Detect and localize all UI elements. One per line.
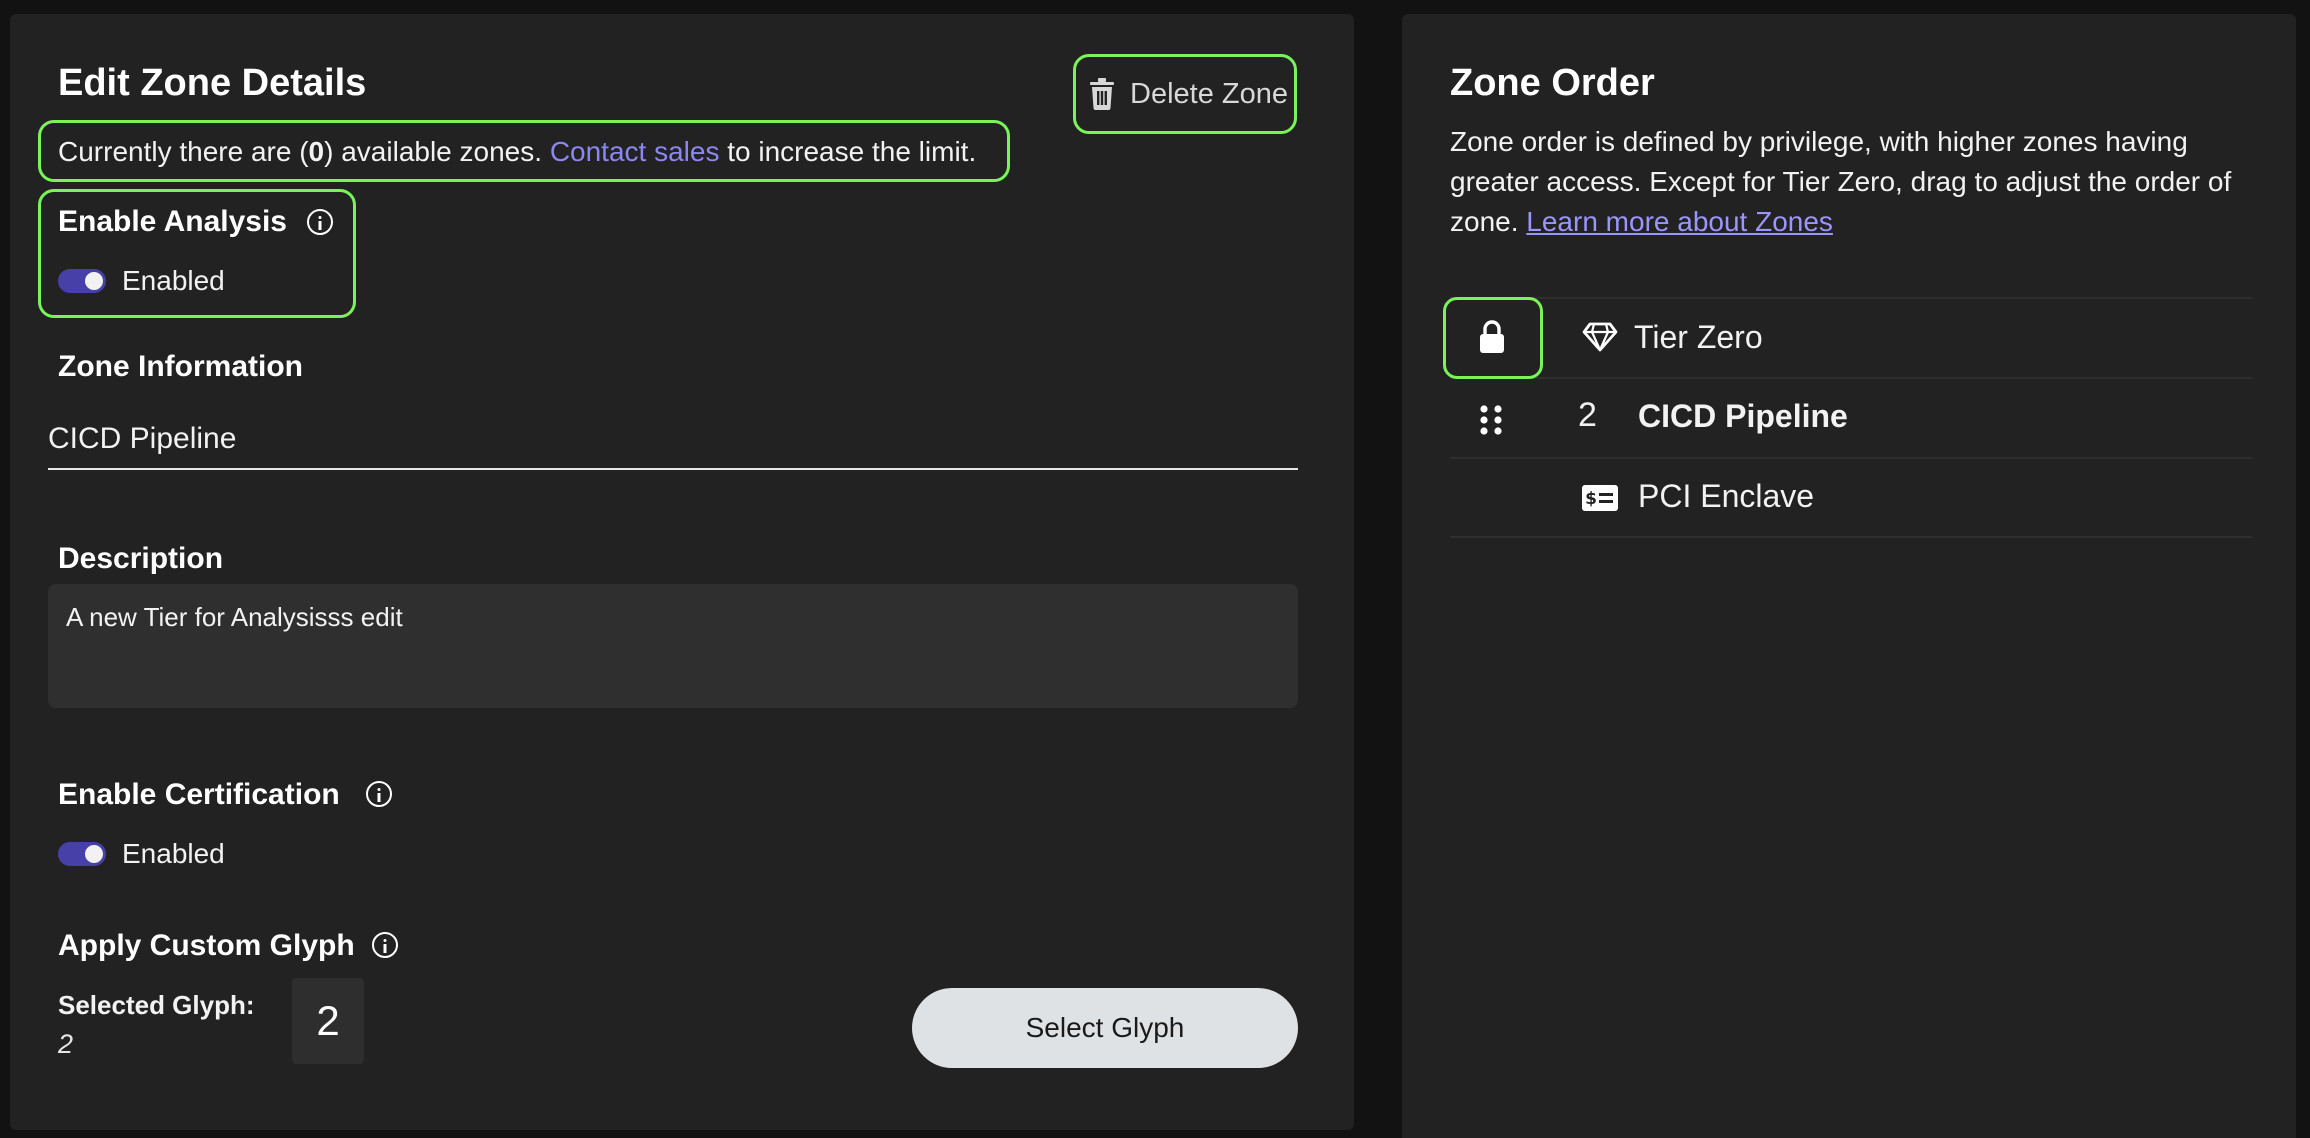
zone-row-cicd-pipeline[interactable] [1450, 379, 2252, 457]
certification-toggle[interactable] [58, 842, 106, 866]
info-icon[interactable] [307, 209, 333, 235]
row-divider [1450, 536, 2252, 538]
glyph-preview: 2 [292, 978, 364, 1064]
available-zone-count: 0 [308, 136, 325, 167]
select-glyph-button[interactable]: Select Glyph [912, 988, 1298, 1068]
selected-glyph-value: 2 [58, 1029, 74, 1059]
zone-row-name: Tier Zero [1634, 319, 1763, 355]
info-icon[interactable] [372, 932, 398, 958]
info-icon[interactable] [366, 781, 392, 807]
certification-toggle-label: Enabled [122, 838, 225, 869]
apply-custom-glyph-title: Apply Custom Glyph [58, 929, 355, 962]
page-title: Edit Zone Details [58, 62, 367, 104]
trash-icon [1090, 78, 1114, 110]
zone-name-input[interactable]: CICD Pipeline [48, 408, 1298, 470]
analysis-toggle-label: Enabled [122, 265, 225, 296]
lock-icon [1480, 320, 1504, 353]
drag-handle-icon[interactable] [1480, 405, 1502, 435]
enable-analysis-title: Enable Analysis [58, 205, 287, 238]
zone-row-tier-zero [1450, 299, 2252, 377]
delete-zone-label: Delete Zone [1130, 78, 1288, 110]
zone-order-description: Zone order is defined by privilege, with… [1450, 126, 2232, 237]
zone-row-number: 2 [1578, 396, 1597, 434]
zone-order-title: Zone Order [1450, 62, 1655, 104]
availability-message: Currently there are (0) available zones.… [58, 136, 977, 167]
svg-text:$: $ [1585, 489, 1597, 509]
zone-row-pci-enclave[interactable] [1450, 459, 2252, 536]
analysis-toggle[interactable] [58, 269, 106, 293]
enable-certification-title: Enable Certification [58, 778, 340, 811]
selected-glyph-label: Selected Glyph: [58, 990, 255, 1020]
contact-sales-link[interactable]: Contact sales [550, 136, 720, 167]
delete-zone-button[interactable]: Delete Zone [1088, 72, 1288, 118]
zone-row-name: PCI Enclave [1638, 478, 1815, 514]
gem-icon [1582, 322, 1618, 352]
money-card-icon: $ [1582, 485, 1618, 511]
zone-information-title: Zone Information [58, 350, 303, 383]
description-title: Description [58, 542, 224, 575]
zone-row-name: CICD Pipeline [1638, 398, 1848, 434]
learn-more-link[interactable]: Learn more about Zones [1526, 206, 1833, 237]
description-textarea[interactable]: A new Tier for Analysisss edit [48, 584, 1298, 708]
